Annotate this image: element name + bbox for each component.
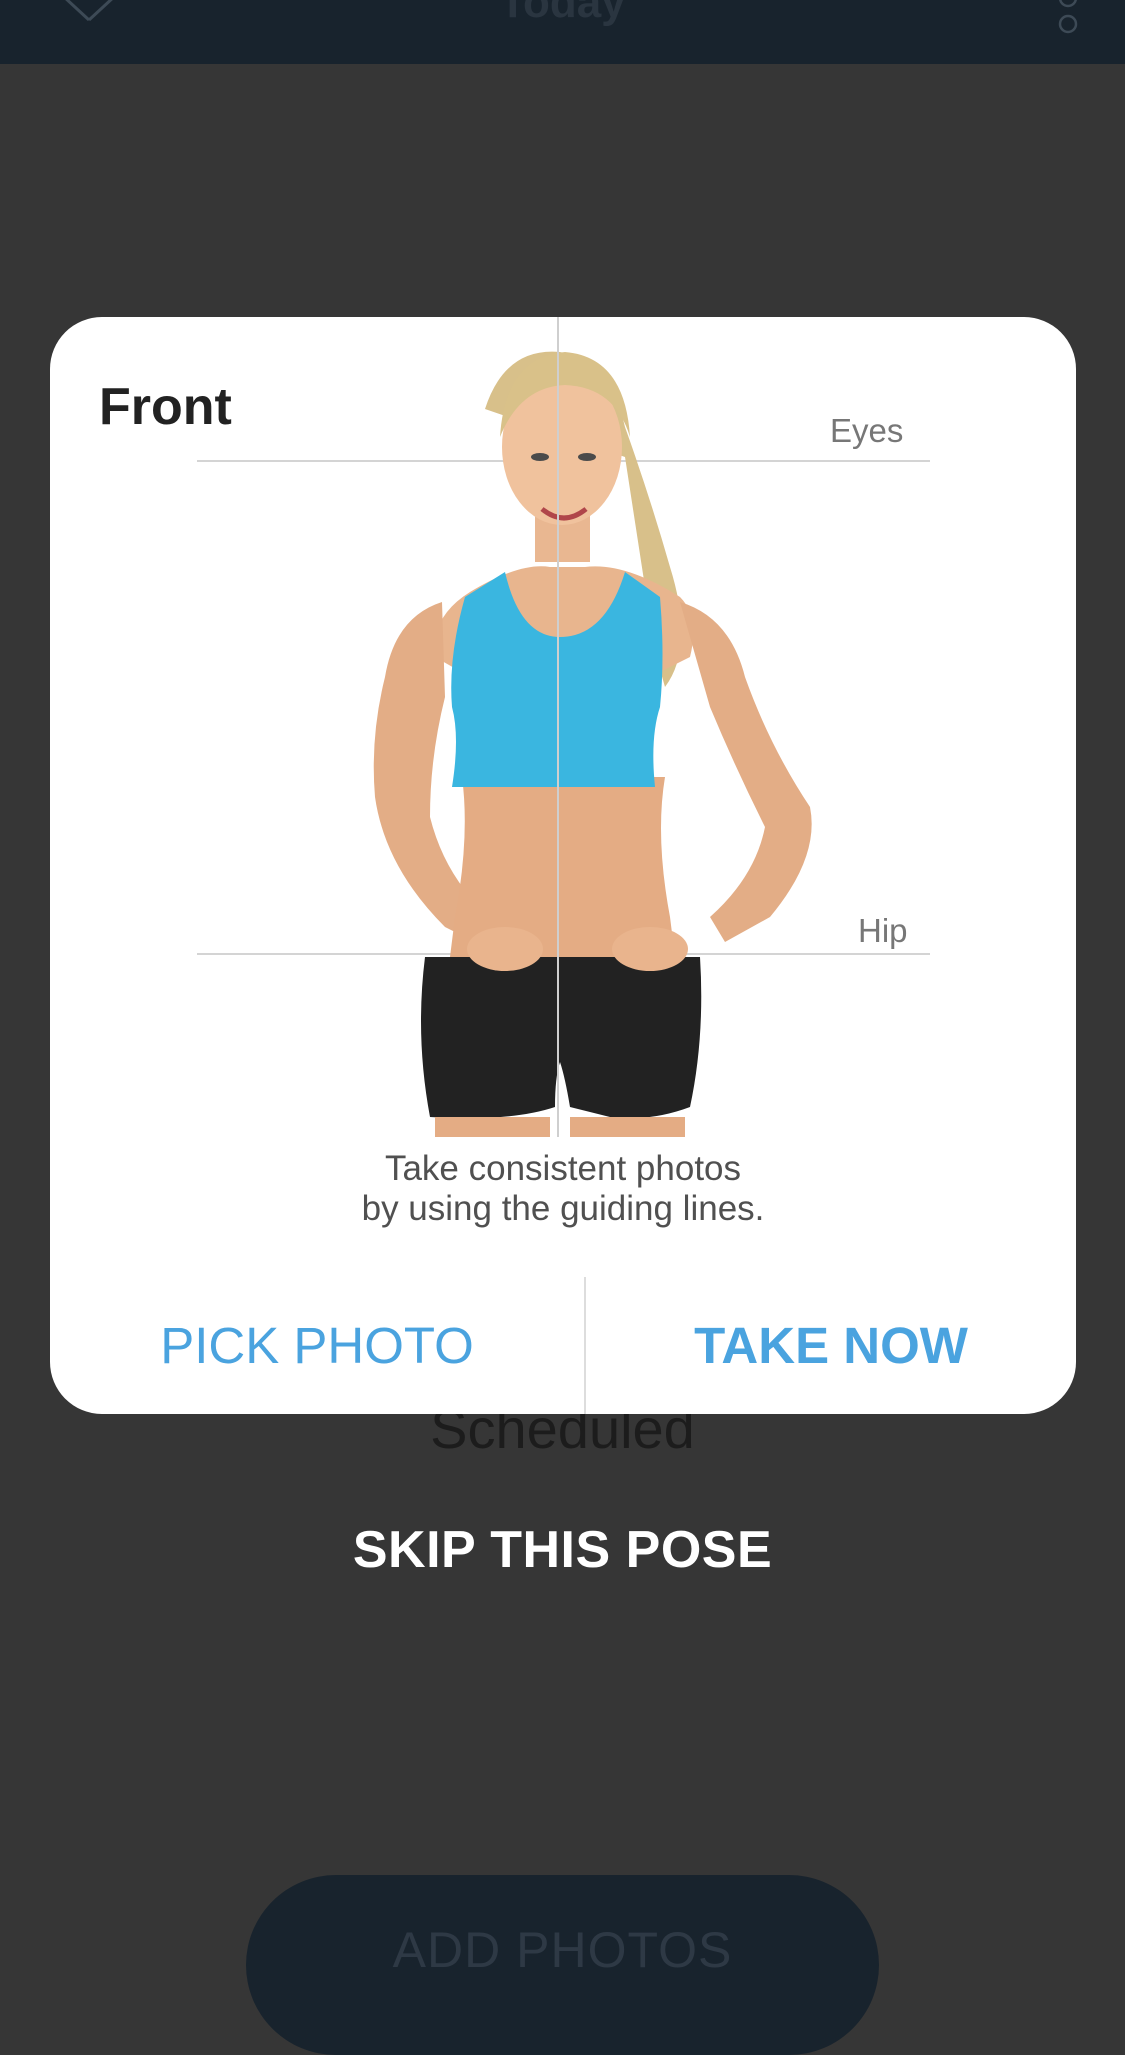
app-bar-title: Today: [499, 0, 626, 27]
more-options-button[interactable]: [1055, 0, 1081, 36]
instructions-text: Take consistent photos by using the guid…: [50, 1149, 1076, 1229]
instructions-line-1: Take consistent photos: [384, 1149, 742, 1188]
skip-pose-button[interactable]: SKIP THIS POSE: [0, 1520, 1125, 1580]
pose-illustration: [197, 317, 930, 1137]
app-bar: Today: [0, 0, 1125, 64]
eyes-guide-label: Eyes: [830, 412, 904, 449]
more-vertical-icon: [1058, 0, 1078, 34]
take-now-button[interactable]: TAKE NOW: [586, 1277, 1076, 1414]
woman-figure: [373, 351, 812, 1137]
pose-title: Front: [99, 378, 232, 436]
instructions-line-2: by using the guiding lines.: [361, 1189, 765, 1228]
pose-dialog: Front Eyes Hip Take consistent photos by…: [50, 317, 1076, 1414]
pick-photo-button[interactable]: PICK PHOTO: [50, 1277, 584, 1414]
add-photos-button[interactable]: ADD PHOTOS: [246, 1875, 879, 2055]
hip-guide-label: Hip: [858, 912, 908, 949]
